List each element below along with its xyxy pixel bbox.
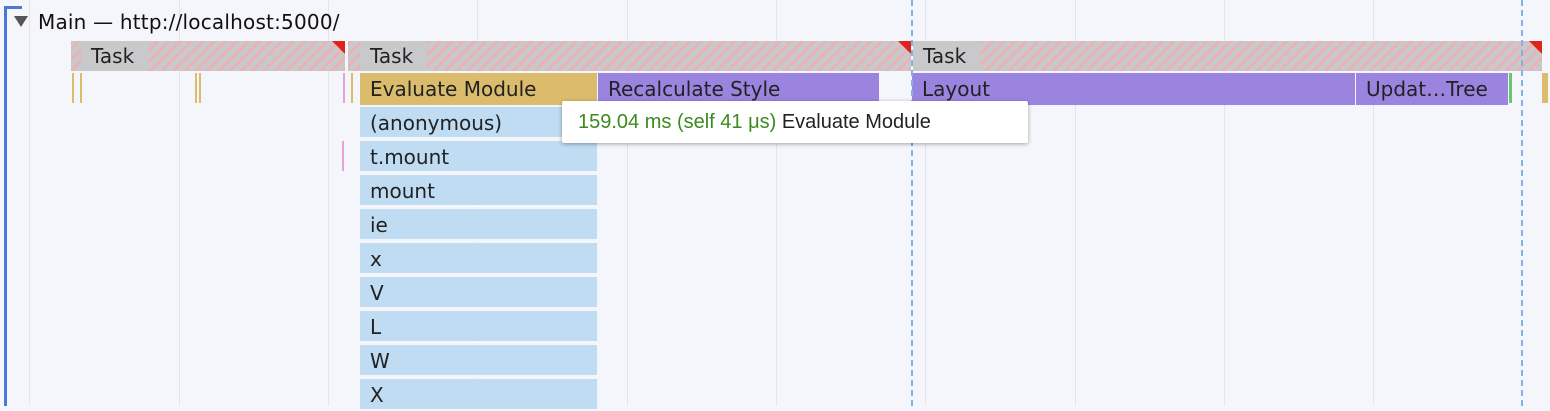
track-group-bar — [4, 6, 7, 406]
call-frame[interactable]: V — [360, 277, 597, 309]
mini-event — [199, 73, 201, 103]
mini-event — [342, 141, 344, 171]
task-label: Task — [81, 41, 149, 71]
call-frame[interactable]: t.mount — [360, 141, 597, 173]
mini-event — [195, 73, 197, 103]
call-frame[interactable]: x — [360, 243, 597, 275]
navigation-marker-line — [911, 0, 913, 406]
navigation-marker-line — [1521, 0, 1523, 406]
mini-event — [351, 73, 353, 103]
long-task-marker-icon — [898, 41, 911, 54]
call-frame[interactable]: W — [360, 345, 597, 377]
task-label: Task — [360, 41, 428, 71]
mini-event — [72, 73, 74, 103]
track-title[interactable]: Main — http://localhost:5000/ — [38, 10, 340, 34]
track-group-tick — [4, 6, 22, 9]
grid-line — [29, 0, 30, 406]
mini-event — [1509, 73, 1512, 103]
flame-chart-tooltip: 159.04 ms (self 41 μs) Evaluate Module — [562, 101, 1028, 143]
collapse-triangle-icon[interactable] — [14, 16, 28, 27]
call-frame[interactable]: ie — [360, 209, 597, 241]
task-label: Task — [913, 41, 981, 71]
tooltip-duration: 159.04 ms (self 41 μs) — [578, 111, 777, 133]
update-layer-tree-slice[interactable]: Updat…Tree — [1356, 73, 1508, 105]
task-bar[interactable]: Task — [348, 41, 911, 71]
evaluate-module-slice[interactable]: Evaluate Module — [360, 73, 597, 105]
call-frame[interactable]: X — [360, 379, 597, 411]
long-task-marker-icon — [1529, 41, 1542, 54]
mini-event — [343, 73, 345, 103]
mini-event — [80, 73, 82, 103]
long-task-marker-icon — [332, 41, 345, 54]
call-frame[interactable]: L — [360, 311, 597, 343]
tooltip-event-name: Evaluate Module — [781, 111, 931, 133]
task-bar[interactable]: Task — [71, 41, 345, 71]
call-frame[interactable]: mount — [360, 175, 597, 207]
mini-event — [1542, 73, 1548, 103]
task-bar[interactable]: Task — [913, 41, 1542, 71]
